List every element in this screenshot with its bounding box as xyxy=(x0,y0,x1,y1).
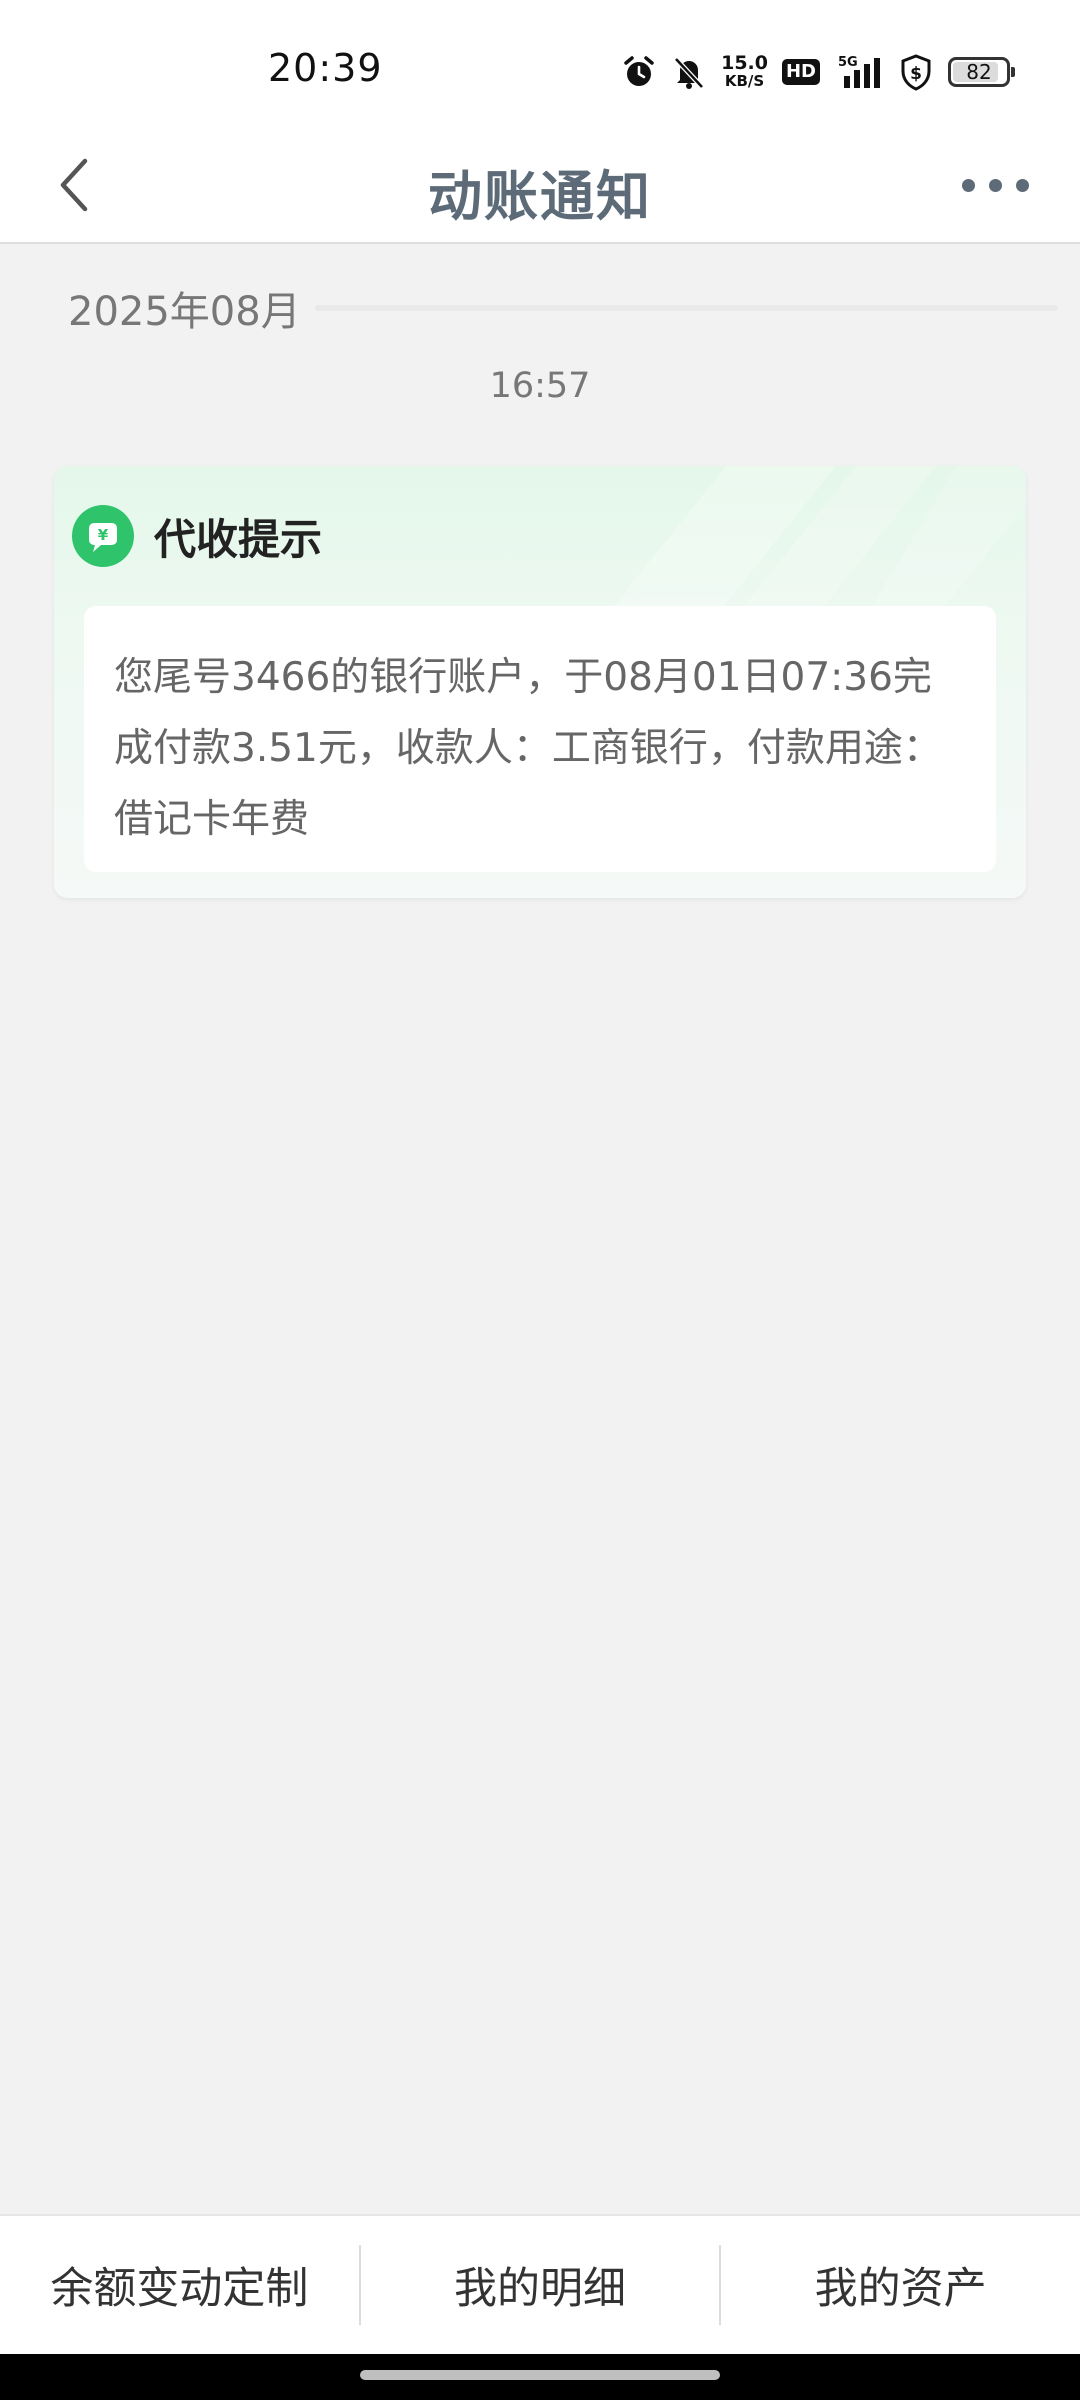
card-body: 您尾号3466的银行账户，于08月01日07:36完成付款3.51元，收款人：工… xyxy=(84,606,996,872)
balance-change-custom-button[interactable]: 余额变动定制 xyxy=(0,2216,359,2354)
card-header: ¥ 代收提示 xyxy=(72,504,322,568)
page-title: 动账通知 xyxy=(428,165,652,228)
mute-bell-icon xyxy=(671,54,707,90)
network-speed-value: 15.0 xyxy=(721,52,768,74)
status-icons: 15.0 KB/S HD 5G $ 82 xyxy=(621,50,1015,94)
card-title: 代收提示 xyxy=(154,514,323,564)
more-dots-icon xyxy=(988,178,1002,192)
notification-card[interactable]: ¥ 代收提示 您尾号3466的银行账户，于08月01日07:36完成付款3.51… xyxy=(54,466,1026,898)
message-timestamp: 16:57 xyxy=(489,366,591,406)
status-time: 20:39 xyxy=(268,46,383,90)
network-speed: 15.0 KB/S xyxy=(721,52,768,91)
more-dots-icon xyxy=(1015,178,1029,192)
battery-level: 82 xyxy=(966,60,992,84)
bottom-bar: 余额变动定制 我的明细 我的资产 xyxy=(0,2214,1080,2354)
card-decoration xyxy=(606,466,1026,616)
signal-5g-icon: 5G xyxy=(834,52,884,92)
network-speed-unit: KB/S xyxy=(724,72,765,90)
svg-text:$: $ xyxy=(910,64,922,84)
month-divider xyxy=(314,305,1058,311)
more-dots-icon xyxy=(961,178,975,192)
month-separator: 2025年08月 xyxy=(68,278,1058,338)
home-indicator[interactable] xyxy=(360,2370,720,2380)
shield-dollar-icon: $ xyxy=(898,53,934,91)
my-assets-button[interactable]: 我的资产 xyxy=(721,2216,1080,2354)
alarm-icon xyxy=(621,54,657,90)
status-bar: 20:39 15.0 KB/S HD 5G $ 82 xyxy=(0,0,1080,130)
month-label: 2025年08月 xyxy=(68,289,301,335)
yuan-message-icon: ¥ xyxy=(72,505,134,567)
gesture-bar xyxy=(0,2354,1080,2400)
svg-text:¥: ¥ xyxy=(98,526,109,544)
my-details-button[interactable]: 我的明细 xyxy=(361,2216,720,2354)
hd-icon: HD xyxy=(781,59,820,85)
nav-bar: 动账通知 xyxy=(0,130,1080,244)
battery-icon: 82 xyxy=(948,57,1015,87)
signal-5g-label: 5G xyxy=(838,55,858,70)
more-button[interactable] xyxy=(940,150,1050,220)
